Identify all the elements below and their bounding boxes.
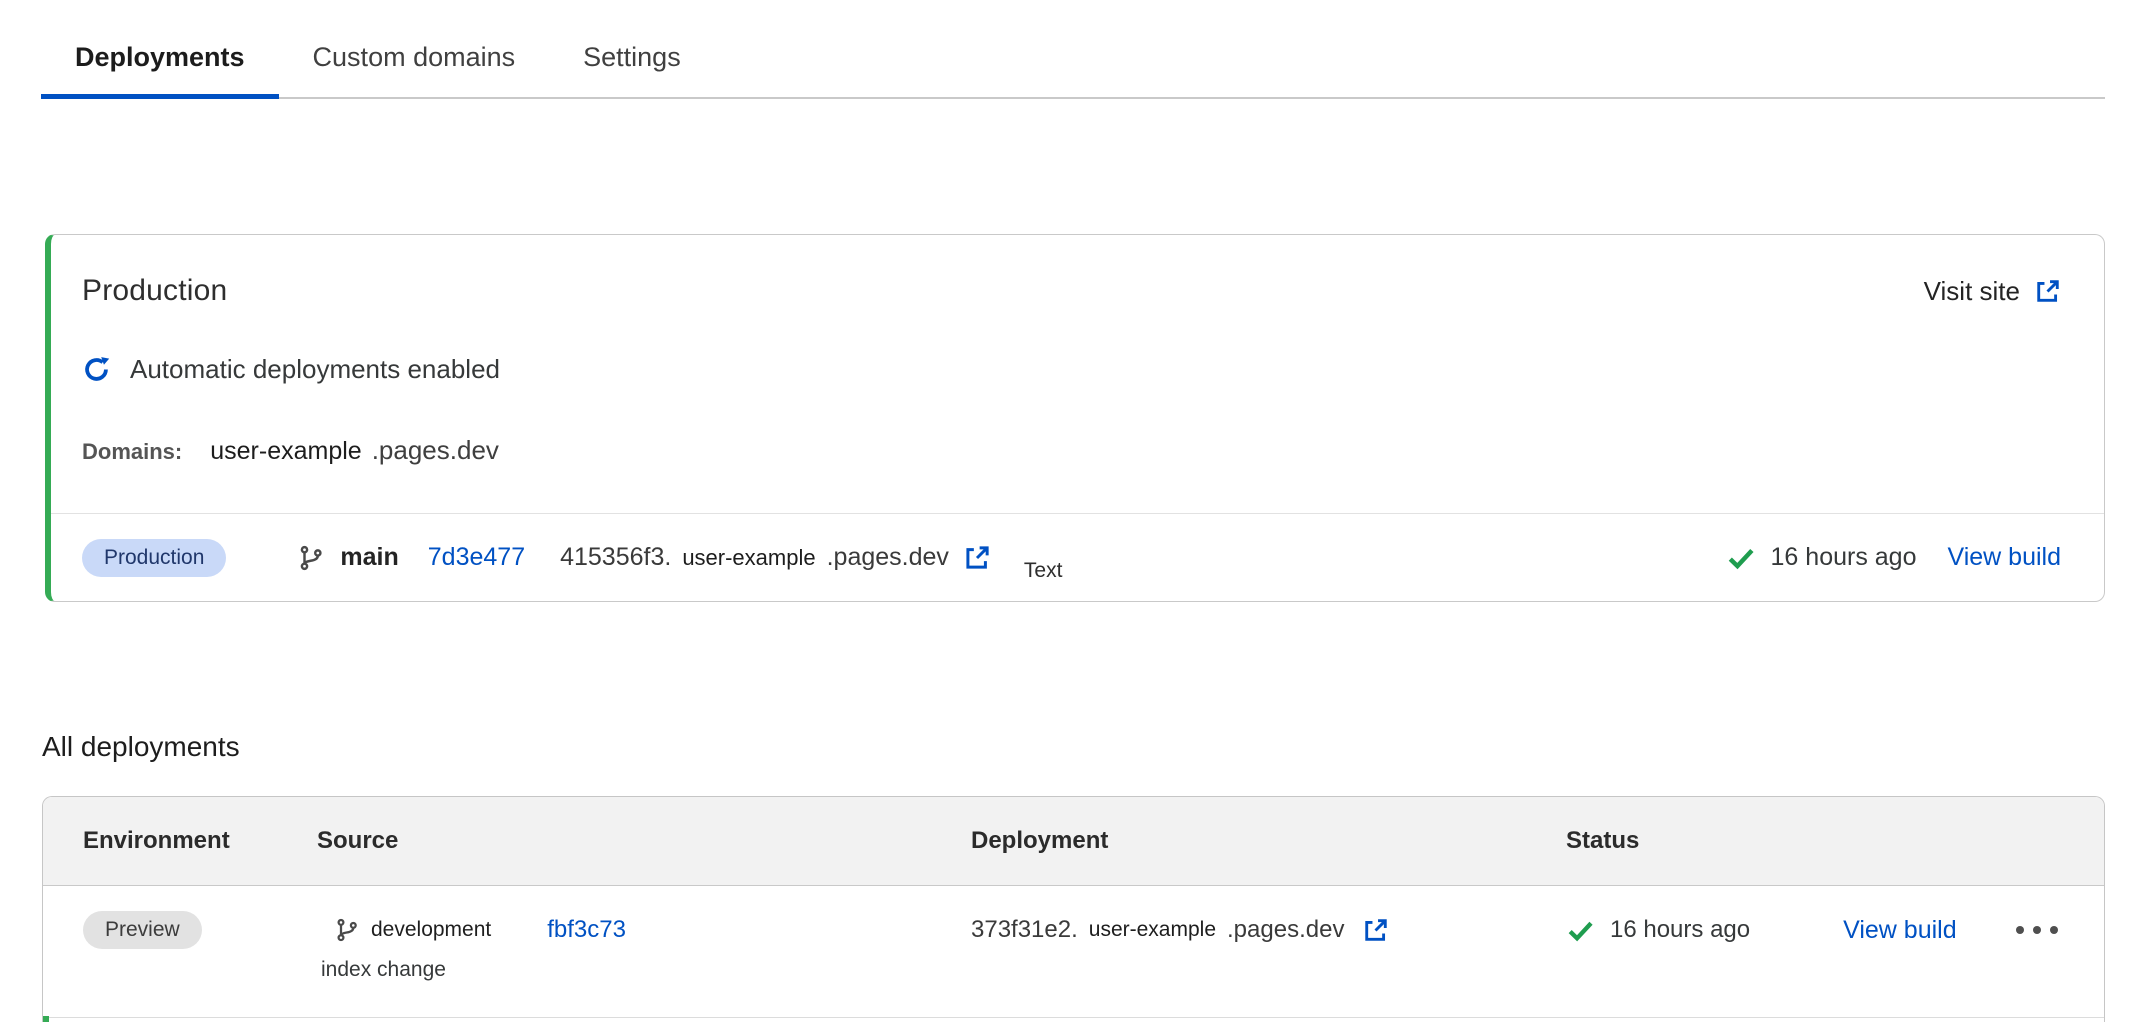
deployment-url-name: user-example [682,545,815,571]
deployment-url: 415356f3. user-example .pages.dev [560,543,949,572]
environment-badge: Production [82,539,226,577]
column-header-environment: Environment [83,827,317,855]
deployment-url-suffix: .pages.dev [1227,916,1344,944]
external-link-icon[interactable] [1362,917,1389,944]
table-row: Preview development fbf3c73 index change [43,886,2104,1018]
git-branch-icon [298,545,324,571]
commit-link[interactable]: fbf3c73 [547,916,626,944]
domains-row: Domains: user-example .pages.dev [82,435,2061,466]
next-row-production-edge [43,1016,49,1022]
check-icon [1566,916,1595,945]
external-link-icon[interactable] [963,544,991,572]
commit-message: index change [321,958,971,982]
deployment-url-suffix: .pages.dev [827,543,949,572]
visit-site-link[interactable]: Visit site [1924,276,2061,307]
view-build-link[interactable]: View build [1843,916,1957,945]
deployment-url-prefix: 373f31e2. [971,916,1078,944]
table-header: Environment Source Deployment Status [43,797,2104,886]
branch-name: main [340,543,398,572]
more-options-button[interactable] [2016,918,2058,942]
all-deployments-heading: All deployments [42,731,2105,763]
environment-badge: Preview [83,911,202,949]
git-branch-icon [335,918,359,942]
tab-deployments[interactable]: Deployments [41,42,279,97]
deploy-time: 16 hours ago [1771,543,1917,572]
visit-site-label: Visit site [1924,276,2020,307]
tab-settings[interactable]: Settings [549,42,715,97]
deployment-url-prefix: 415356f3. [560,543,671,572]
production-title: Production [82,274,227,308]
refresh-icon [82,355,111,384]
auto-deployments-row: Automatic deployments enabled [82,354,2061,385]
deployments-table: Environment Source Deployment Status Pre… [42,796,2105,1022]
column-header-status: Status [1566,827,2104,855]
text-annotation: Text [1024,559,1063,583]
column-header-source: Source [317,827,971,855]
deploy-time: 16 hours ago [1610,916,1750,944]
domain-suffix: .pages.dev [372,435,499,466]
deployment-url-name: user-example [1089,918,1216,942]
column-header-deployment: Deployment [971,827,1566,855]
tab-custom-domains[interactable]: Custom domains [279,42,550,97]
domains-label: Domains: [82,439,182,465]
domain-name: user-example [210,437,361,466]
production-card: Production Visit site Automat [45,234,2105,602]
view-build-link[interactable]: View build [1947,543,2061,572]
tab-bar: Deployments Custom domains Settings [41,0,2105,99]
check-icon [1726,543,1756,573]
commit-link[interactable]: 7d3e477 [428,543,525,572]
production-deployment-row: Production main 7d3e477 415356f3. user-e… [51,513,2104,601]
auto-deployments-text: Automatic deployments enabled [130,354,500,385]
branch-name: development [371,918,491,942]
external-link-icon [2034,278,2061,305]
